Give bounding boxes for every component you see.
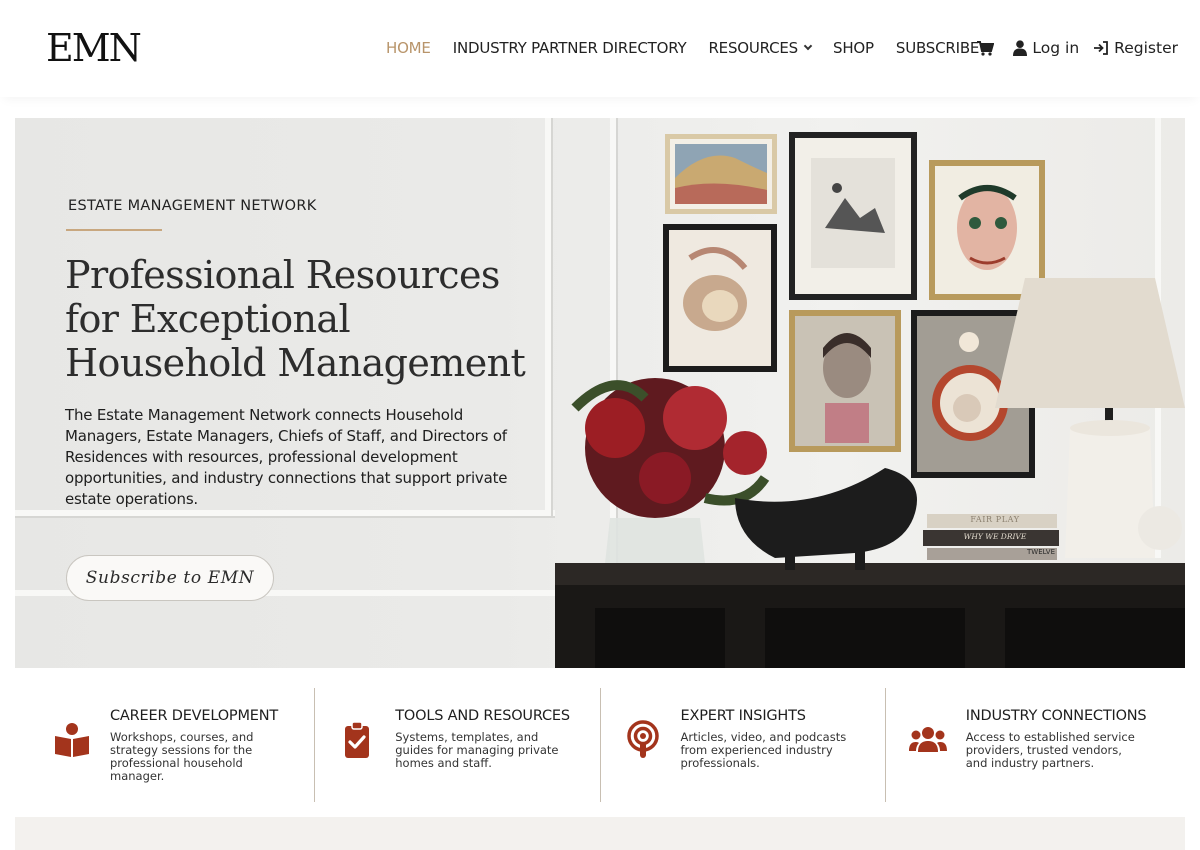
feature-title: TOOLS AND RESOURCES <box>395 708 570 724</box>
book-spine-2: WHY WE DRIVE <box>963 532 1027 541</box>
header-utilities: Log in Register <box>963 36 1178 60</box>
wall-moulding-shadow <box>15 516 555 518</box>
nav-directory-label: INDUSTRY PARTNER DIRECTORY <box>452 39 687 57</box>
hero-eyebrow: ESTATE MANAGEMENT NETWORK <box>68 198 317 214</box>
clipboard-check-icon <box>345 721 370 758</box>
eyebrow-divider <box>66 229 162 231</box>
hero-banner: FAIR PLAY WHY WE DRIVE TWELVE ESTATE MAN… <box>15 118 1185 668</box>
podcast-icon <box>626 720 659 758</box>
next-section-band <box>15 817 1185 850</box>
hero-photo-artwork <box>555 132 1185 668</box>
feature-title: EXPERT INSIGHTS <box>680 708 806 724</box>
nav-resources[interactable]: RESOURCES <box>708 39 813 57</box>
wall-moulding-shadow <box>551 118 553 516</box>
feature-title: CAREER DEVELOPMENT <box>110 708 279 724</box>
cart-button[interactable] <box>977 40 999 56</box>
feature-description: Workshops, courses, and strategy session… <box>110 730 254 783</box>
subscribe-cta-button[interactable]: Subscribe to EMN <box>66 555 274 601</box>
register-label: Register <box>1114 39 1178 57</box>
main-nav: HOME INDUSTRY PARTNER DIRECTORY RESOURCE… <box>386 36 1001 60</box>
book-spine-1: FAIR PLAY <box>970 515 1020 524</box>
nav-resources-label: RESOURCES <box>708 39 799 57</box>
feature-industry-connections[interactable]: INDUSTRY CONNECTIONS Access to establish… <box>884 688 1170 802</box>
feature-description: Access to established service providers,… <box>965 730 1135 770</box>
nav-shop-label: SHOP <box>833 39 874 57</box>
hero-title: Professional Resources for Exceptional H… <box>65 253 526 385</box>
nav-shop[interactable]: SHOP <box>833 39 874 57</box>
users-icon <box>908 727 947 752</box>
sign-in-icon <box>1094 41 1109 55</box>
login-link[interactable]: Log in <box>1013 39 1079 57</box>
site-header: EMN HOME INDUSTRY PARTNER DIRECTORY RESO… <box>0 0 1200 97</box>
feature-title: INDUSTRY CONNECTIONS <box>965 708 1147 724</box>
nav-home[interactable]: HOME <box>386 39 431 57</box>
nav-home-label: HOME <box>386 39 431 57</box>
chevron-down-icon <box>803 41 813 51</box>
feature-career-development[interactable]: CAREER DEVELOPMENT Workshops, courses, a… <box>30 688 314 802</box>
feature-expert-insights[interactable]: EXPERT INSIGHTS Articles, video, and pod… <box>599 688 885 802</box>
feature-description: Systems, templates, and guides for manag… <box>395 730 559 770</box>
register-link[interactable]: Register <box>1093 39 1178 57</box>
book-spine-3: TWELVE <box>1027 548 1055 556</box>
feature-tools-and-resources[interactable]: TOOLS AND RESOURCES Systems, templates, … <box>314 688 599 802</box>
cart-icon <box>977 40 995 56</box>
book-reader-icon <box>55 723 89 757</box>
nav-industry-partner-directory[interactable]: INDUSTRY PARTNER DIRECTORY <box>453 39 687 57</box>
feature-description: Articles, video, and podcasts from exper… <box>680 730 847 770</box>
site-logo[interactable]: EMN <box>46 26 142 70</box>
user-icon <box>1013 40 1028 56</box>
feature-row: CAREER DEVELOPMENT Workshops, courses, a… <box>30 688 1170 802</box>
hero-description: The Estate Management Network connects H… <box>65 406 508 508</box>
login-label: Log in <box>1032 39 1080 57</box>
